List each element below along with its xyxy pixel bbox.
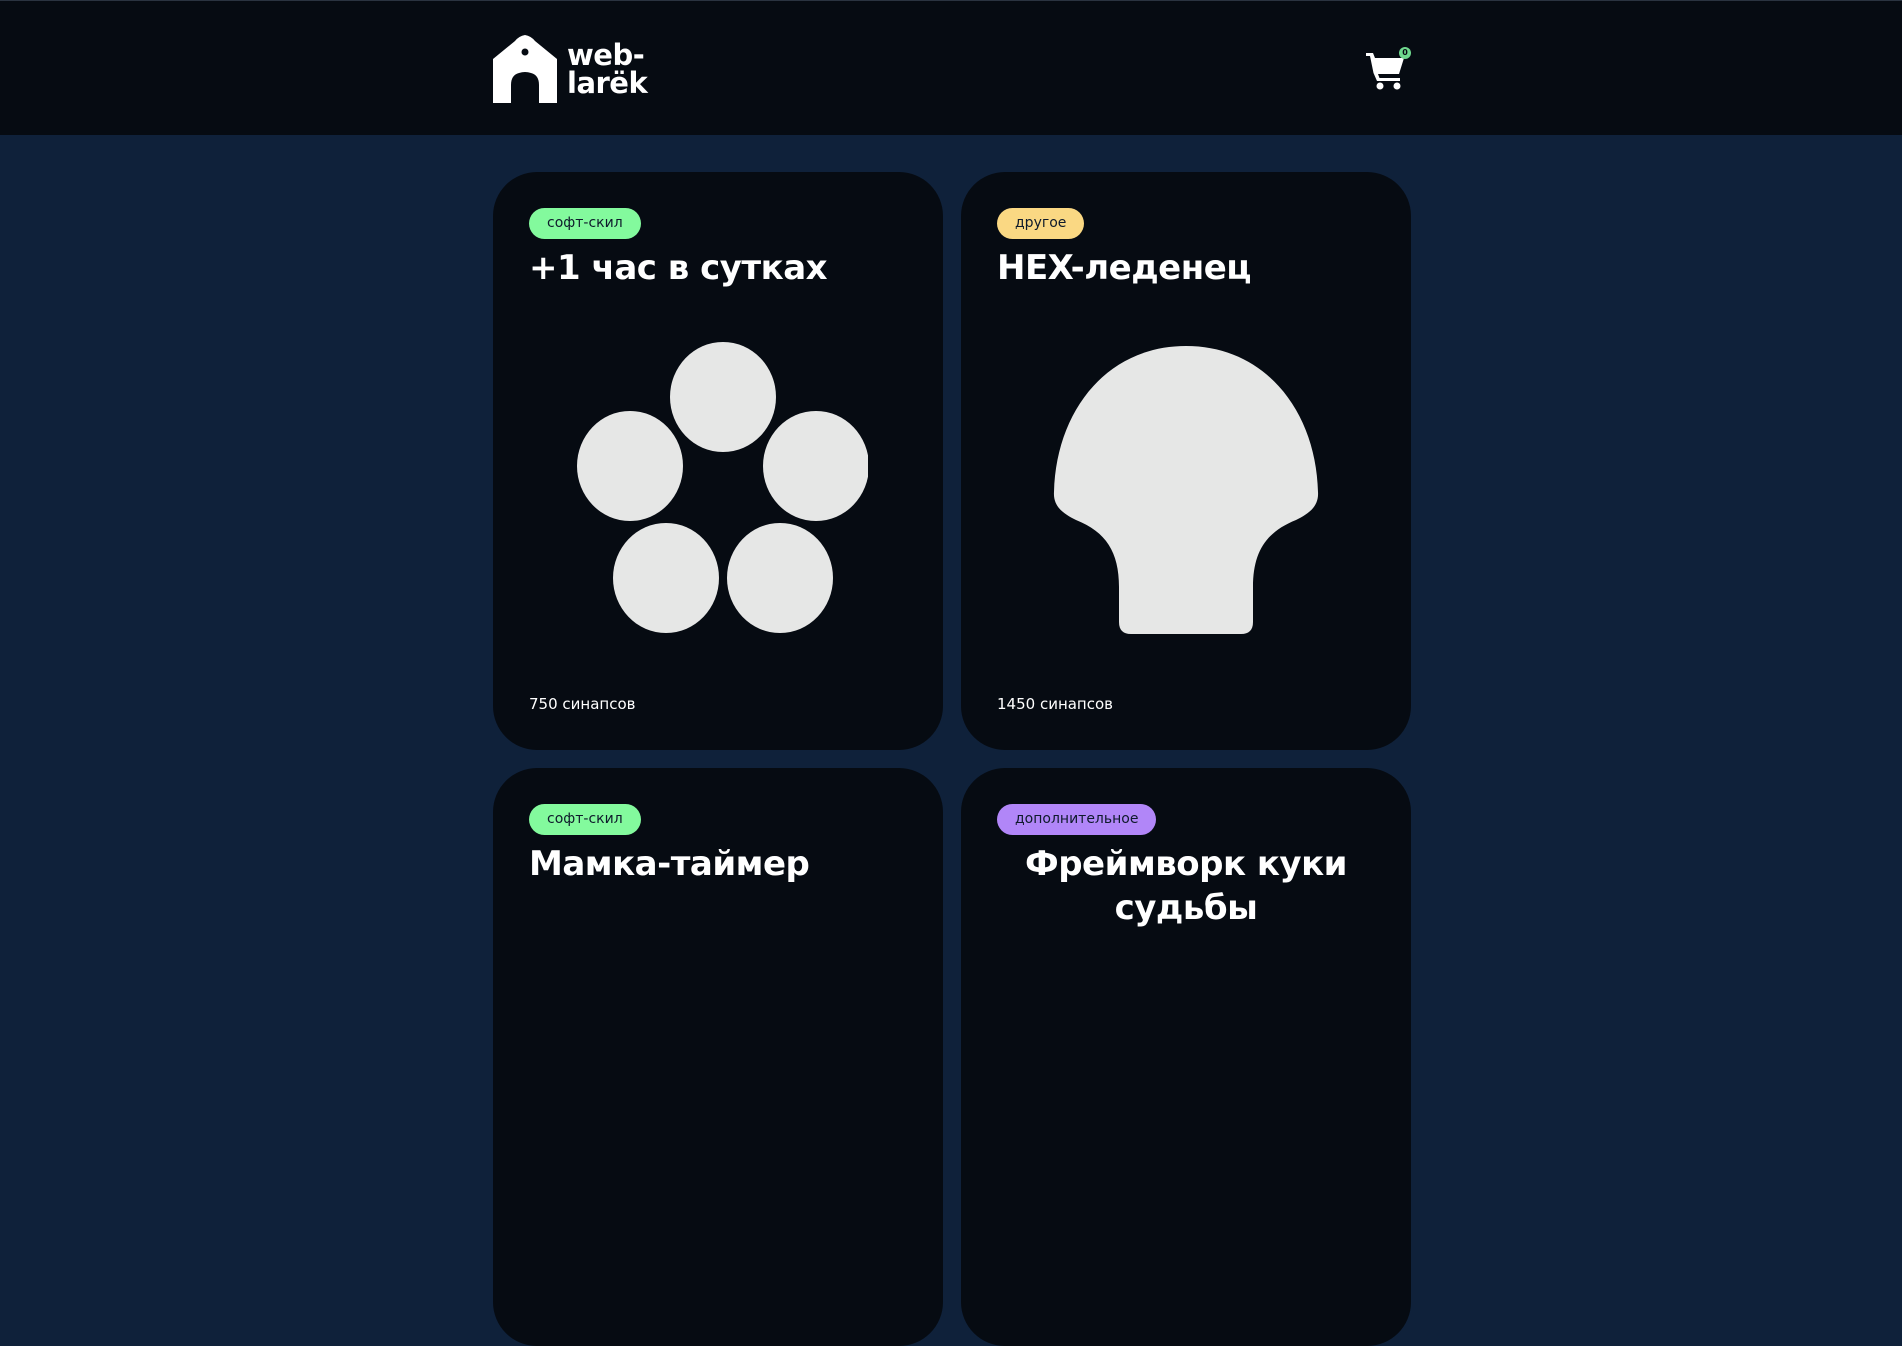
house-logo-icon xyxy=(493,35,557,103)
card-title: HEX-леденец xyxy=(997,248,1251,288)
site-header: web- larёk 0 xyxy=(0,0,1902,135)
category-badge: другое xyxy=(997,208,1085,239)
product-card[interactable]: другое HEX-леденец 1450 синапсов xyxy=(961,172,1411,750)
logo[interactable]: web- larёk xyxy=(493,35,648,103)
product-card[interactable]: софт-скил Мамка-таймер xyxy=(493,768,943,1346)
category-badge: дополнительное xyxy=(997,804,1157,835)
basket-button[interactable]: 0 xyxy=(1364,47,1411,91)
logo-text: web- larёk xyxy=(567,38,648,100)
product-card[interactable]: дополнительное Фреймворк куки судьбы xyxy=(961,768,1411,1346)
card-title: Фреймворк куки судьбы xyxy=(1025,844,1348,928)
category-badge: софт-скил xyxy=(529,804,641,835)
five-circles-icon xyxy=(577,342,868,633)
card-price: 1450 синапсов xyxy=(997,695,1114,713)
product-card[interactable]: софт-скил +1 час в сутках 750 синапсов xyxy=(493,172,943,750)
basket-counter: 0 xyxy=(1399,47,1411,59)
card-title: +1 час в сутках xyxy=(529,248,828,288)
shell-shape-icon xyxy=(1053,346,1319,634)
card-price: 750 синапсов xyxy=(529,695,636,713)
logo-text-line1: web- xyxy=(567,38,645,72)
card-title: Мамка-таймер xyxy=(529,844,810,884)
category-badge: софт-скил xyxy=(529,208,641,239)
logo-text-line2: larёk xyxy=(567,66,648,100)
